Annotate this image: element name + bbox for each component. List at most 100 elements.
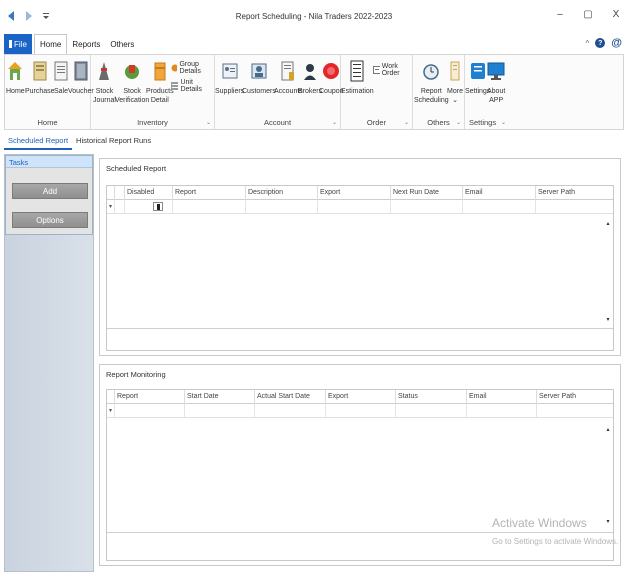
checkbox-icon[interactable] [153, 202, 163, 211]
new-row[interactable]: ▾ [107, 200, 613, 214]
sidebar: Tasks Add Options [4, 154, 94, 572]
col-report[interactable]: Report [115, 390, 185, 404]
col-start-date[interactable]: Start Date [185, 390, 255, 404]
estimation-label: Estimation [341, 88, 374, 95]
col-next-run-date[interactable]: Next Run Date [391, 186, 463, 200]
col-description[interactable]: Description [246, 186, 318, 200]
col-server-path[interactable]: Server Path [537, 390, 613, 404]
select-cell[interactable] [115, 200, 125, 214]
col-report[interactable]: Report [173, 186, 246, 200]
inventory-expand-icon[interactable]: ⌄ [206, 119, 211, 126]
tab-scheduled-report[interactable]: Scheduled Report [4, 132, 73, 150]
export-cell[interactable] [326, 404, 396, 418]
work-order-button[interactable]: Work Order [373, 63, 412, 77]
more-button[interactable]: More ⌄ [446, 59, 464, 105]
col-actual-start-date[interactable]: Actual Start Date [255, 390, 326, 404]
description-cell[interactable] [246, 200, 318, 214]
suppliers-button[interactable]: Suppliers [215, 59, 244, 96]
tasks-panel: Tasks Add Options [5, 155, 93, 235]
file-tab[interactable]: File [4, 34, 32, 54]
voucher-icon [72, 59, 90, 83]
add-button[interactable]: Add [12, 183, 88, 199]
minimize-button[interactable]: – [554, 9, 566, 20]
about-app-button[interactable]: About APP [487, 59, 505, 105]
group-details-label: Group Details [179, 61, 201, 75]
server-path-cell[interactable] [536, 200, 613, 214]
customers-button[interactable]: Customers [242, 59, 276, 96]
order-expand-icon[interactable]: ⌄ [404, 119, 409, 126]
email-cell[interactable] [463, 200, 536, 214]
stock-journal-button[interactable]: Stock Journal [93, 59, 116, 105]
monitoring-grid-header: Report Start Date Actual Start Date Expo… [107, 390, 613, 404]
stock-verification-button[interactable]: Stock Verification [115, 59, 149, 105]
stock-verification-label-1: Stock [123, 88, 141, 95]
house-icon [6, 59, 24, 83]
start-date-cell[interactable] [185, 404, 255, 418]
col-export[interactable]: Export [318, 186, 391, 200]
unit-details-button[interactable]: Unit Details [171, 79, 214, 93]
more-caret: ⌄ [452, 97, 458, 104]
home-button[interactable]: Home [6, 59, 25, 96]
tab-others[interactable]: Others [105, 34, 139, 54]
products-detail-button[interactable]: Products Detail [146, 59, 174, 105]
report-cell[interactable] [173, 200, 246, 214]
col-export[interactable]: Export [326, 390, 396, 404]
stock-verification-icon [123, 59, 141, 83]
report-scheduling-button[interactable]: Report Scheduling [414, 59, 449, 105]
col-email[interactable]: Email [467, 390, 537, 404]
tab-home[interactable]: Home [34, 34, 68, 54]
scroll-down-icon[interactable]: ▾ [603, 518, 613, 525]
file-icon [9, 40, 13, 48]
disabled-cell[interactable] [125, 200, 173, 214]
tasks-header: Tasks [6, 156, 92, 168]
account-expand-icon[interactable]: ⌄ [332, 119, 337, 126]
scroll-up-icon[interactable]: ▴ [603, 220, 613, 227]
account-group-label: Account [263, 118, 292, 127]
purchase-button[interactable]: Purchase [25, 59, 55, 96]
unit-details-label: Unit Details [180, 79, 202, 93]
at-icon[interactable]: @ [611, 38, 622, 49]
tab-historical-report-runs[interactable]: Historical Report Runs [72, 132, 155, 150]
products-detail-icon [151, 59, 169, 83]
report-cell[interactable] [115, 404, 185, 418]
export-cell[interactable] [318, 200, 391, 214]
voucher-button[interactable]: Voucher [68, 59, 94, 96]
server-path-cell[interactable] [537, 404, 613, 418]
new-row[interactable]: ▾ [107, 404, 613, 418]
more-icon [446, 59, 464, 83]
scroll-down-icon[interactable]: ▾ [603, 316, 613, 323]
collapse-ribbon-icon[interactable]: ^ [586, 39, 590, 48]
tab-reports[interactable]: Reports [67, 34, 105, 54]
file-label: File [14, 39, 27, 49]
ribbon-group-others: Report Scheduling More ⌄ Others ⌄ [413, 55, 465, 129]
help-icon[interactable]: ? [595, 38, 606, 48]
scroll-up-icon[interactable]: ▴ [603, 426, 613, 433]
ribbon-group-home: Home Purchase Sale Voucher Home [5, 55, 94, 129]
work-order-label: Work Order [381, 63, 400, 77]
settings-expand-icon[interactable]: ⌄ [501, 119, 506, 126]
home-group-label: Home [37, 118, 58, 127]
close-button[interactable]: X [610, 9, 622, 20]
others-expand-icon[interactable]: ⌄ [456, 119, 461, 126]
col-server-path[interactable]: Server Path [536, 186, 613, 200]
report-monitoring-title: Report Monitoring [106, 370, 166, 379]
maximize-button[interactable]: ▢ [582, 9, 594, 20]
brokers-icon [301, 59, 319, 83]
coupon-button[interactable]: Coupon [319, 59, 344, 96]
actual-start-date-cell[interactable] [255, 404, 326, 418]
col-email[interactable]: Email [463, 186, 536, 200]
status-cell[interactable] [396, 404, 467, 418]
customers-label: Customers [242, 88, 276, 95]
group-details-button[interactable]: Group Details [171, 61, 214, 75]
report-scheduling-label-1: Report [420, 88, 442, 95]
ribbon: Home Purchase Sale Voucher Home Stock Jo… [4, 54, 624, 130]
options-button[interactable]: Options [12, 212, 88, 228]
col-disabled[interactable]: Disabled [125, 186, 173, 200]
col-status[interactable]: Status [396, 390, 467, 404]
next-run-date-cell[interactable] [391, 200, 463, 214]
accounts-icon [279, 59, 297, 83]
voucher-label: Voucher [68, 88, 94, 95]
email-cell[interactable] [467, 404, 537, 418]
estimation-button[interactable]: Estimation [341, 59, 374, 96]
activate-windows-hint: Go to Settings to activate Windows. [492, 537, 619, 546]
